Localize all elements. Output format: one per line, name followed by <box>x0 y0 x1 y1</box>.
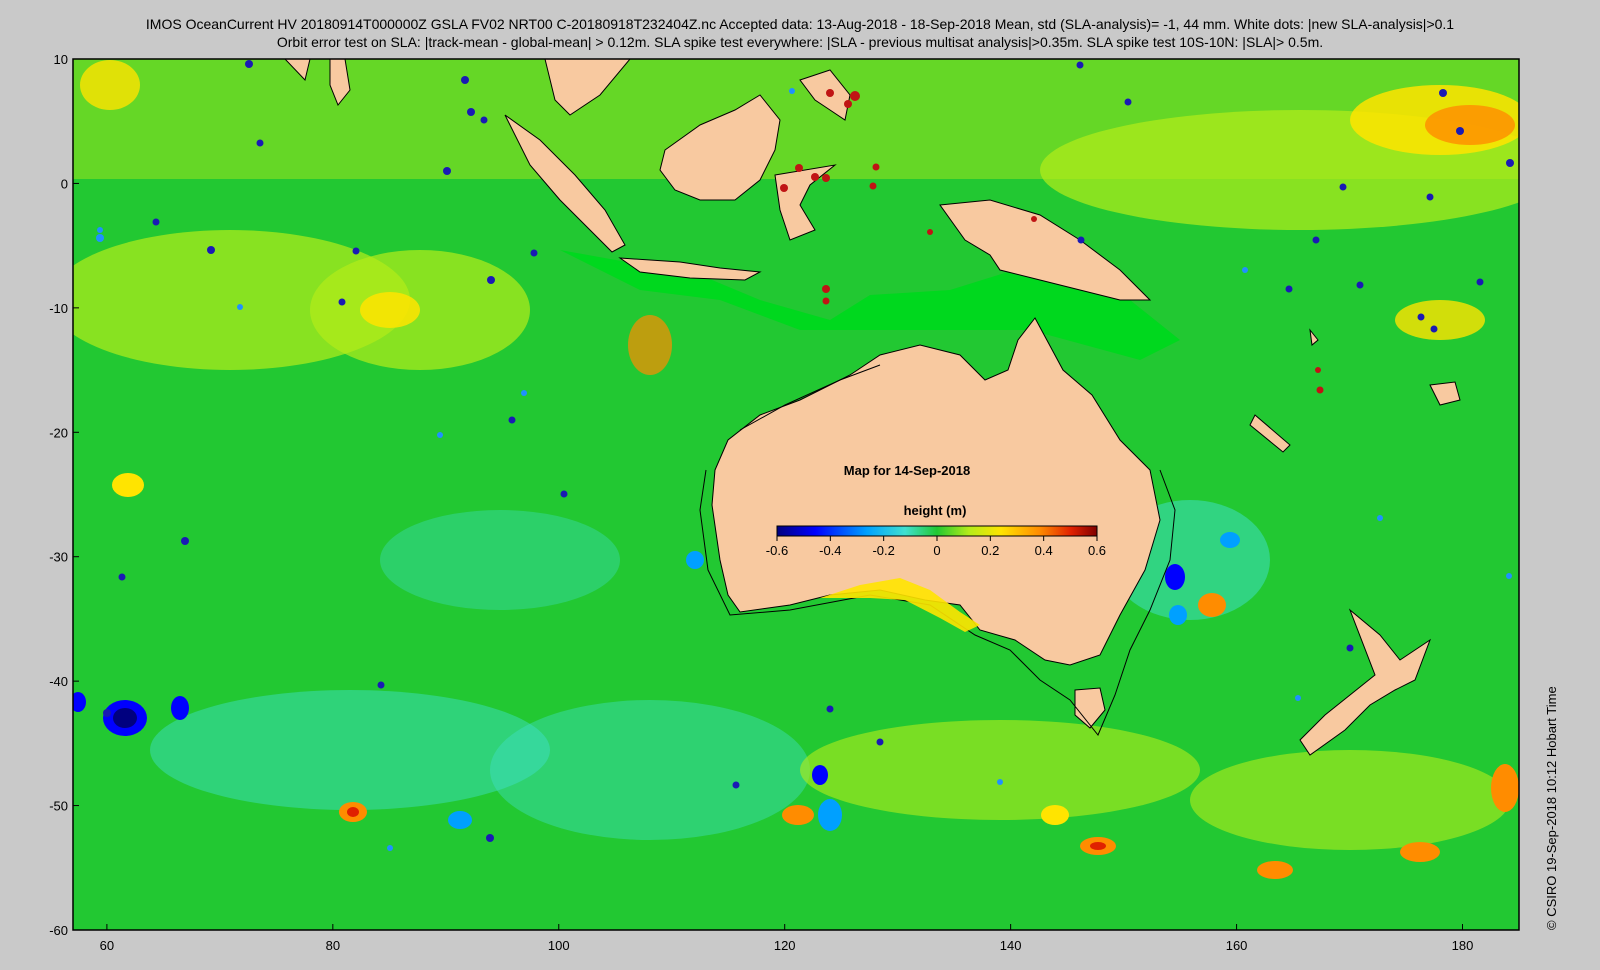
x-tick-label: 60 <box>100 938 114 953</box>
y-tick-label: -20 <box>49 425 68 440</box>
y-tick-label: -60 <box>49 923 68 938</box>
colorbar-tick-label: -0.2 <box>872 543 894 558</box>
map-caption: Map for 14-Sep-2018 <box>844 463 970 478</box>
x-tick-label: 80 <box>326 938 340 953</box>
colorbar-tick-label: 0.2 <box>981 543 999 558</box>
colorbar-tick-label: -0.4 <box>819 543 841 558</box>
x-tick-label: 100 <box>548 938 570 953</box>
y-tick-label: -40 <box>49 674 68 689</box>
x-tick-label: 140 <box>1000 938 1022 953</box>
x-tick-label: 160 <box>1226 938 1248 953</box>
y-tick-label: -10 <box>49 301 68 316</box>
y-tick-label: 0 <box>61 176 68 191</box>
y-tick-label: 10 <box>54 52 68 67</box>
y-tick-label: -50 <box>49 799 68 814</box>
sla-map: Map for 14-Sep-2018 height (m) 60 80 100 12… <box>49 52 1520 953</box>
sla-field <box>73 59 1519 930</box>
x-tick-label: 120 <box>774 938 796 953</box>
colorbar-tick-label: -0.6 <box>766 543 788 558</box>
x-tick-label: 180 <box>1452 938 1474 953</box>
colorbar-title: height (m) <box>904 503 967 518</box>
credit-line: © CSIRO 19-Sep-2018 10:12 Hobart Time <box>1544 686 1559 930</box>
colorbar-tick-label: 0.6 <box>1088 543 1106 558</box>
colorbar <box>776 525 1098 537</box>
colorbar-tick-label: 0 <box>933 543 940 558</box>
colorbar-tick-label: 0.4 <box>1035 543 1053 558</box>
y-tick-label: -30 <box>49 550 68 565</box>
